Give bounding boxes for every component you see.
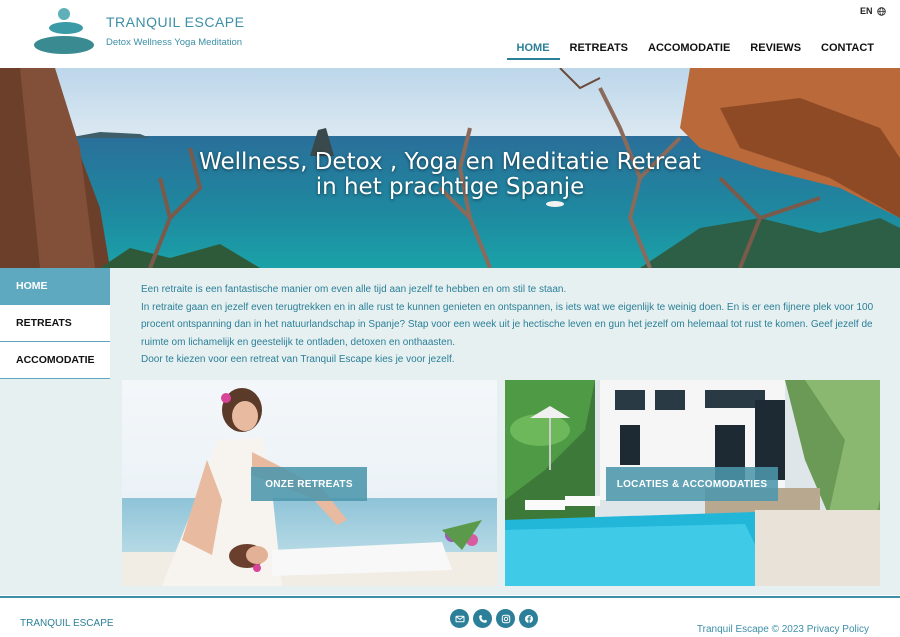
sidebar-item-retreats[interactable]: RETREATS bbox=[0, 305, 110, 342]
retreats-card[interactable]: ONZE RETREATS bbox=[122, 380, 497, 586]
locaties-accomodaties-button[interactable]: LOCATIES & ACCOMODATIES bbox=[606, 467, 778, 501]
email-icon[interactable] bbox=[450, 609, 469, 628]
nav-reviews[interactable]: REVIEWS bbox=[740, 40, 811, 66]
nav-contact[interactable]: CONTACT bbox=[811, 40, 884, 66]
intro-paragraph-1: Een retraite is een fantastische manier … bbox=[141, 284, 567, 295]
language-switcher[interactable]: EN bbox=[860, 6, 886, 16]
site-header: TRANQUIL ESCAPE Detox Wellness Yoga Medi… bbox=[0, 0, 900, 68]
sidebar-item-home[interactable]: HOME bbox=[0, 268, 110, 305]
content-section: HOME RETREATS ACCOMODATIE Een retraite i… bbox=[0, 268, 900, 595]
sidebar-item-accomodatie[interactable]: ACCOMODATIE bbox=[0, 342, 110, 379]
intro-paragraph-2: In retraite gaan en jezelf even terugtre… bbox=[141, 301, 874, 348]
copyright-text: Tranquil Escape © 2023 bbox=[696, 624, 804, 635]
main-nav: HOME RETREATS ACCOMODATIE REVIEWS CONTAC… bbox=[506, 40, 884, 66]
social-links bbox=[450, 609, 538, 628]
instagram-icon[interactable] bbox=[496, 609, 515, 628]
brand-title[interactable]: TRANQUIL ESCAPE bbox=[106, 14, 244, 30]
intro-paragraph-3: Door te kiezen voor een retreat van Tran… bbox=[141, 354, 455, 365]
onze-retreats-button[interactable]: ONZE RETREATS bbox=[251, 467, 367, 501]
hero-title-line2: in het prachtige Spanje bbox=[315, 174, 585, 200]
footer-brand[interactable]: TRANQUIL ESCAPE bbox=[20, 618, 114, 629]
footer-copyright: Tranquil Escape © 2023 Privacy Policy bbox=[697, 624, 869, 635]
facebook-icon[interactable] bbox=[519, 609, 538, 628]
site-footer: TRANQUIL ESCAPE Tranquil Escape © 2023 P… bbox=[0, 596, 900, 637]
privacy-policy-link[interactable]: Privacy Policy bbox=[807, 624, 869, 635]
hero-title-line1: Wellness, Detox , Yoga en Meditatie Retr… bbox=[199, 149, 701, 175]
locations-card[interactable]: LOCATIES & ACCOMODATIES bbox=[505, 380, 880, 586]
nav-accomodatie[interactable]: ACCOMODATIE bbox=[638, 40, 740, 66]
nav-home[interactable]: HOME bbox=[506, 40, 560, 66]
globe-icon bbox=[876, 6, 886, 16]
brand-subtitle: Detox Wellness Yoga Meditation bbox=[106, 37, 243, 48]
hero-title: Wellness, Detox , Yoga en Meditatie Retr… bbox=[0, 150, 900, 200]
language-label: EN bbox=[860, 6, 873, 16]
intro-text: Een retraite is een fantastische manier … bbox=[141, 281, 881, 369]
logo-icon[interactable] bbox=[32, 6, 96, 56]
nav-retreats[interactable]: RETREATS bbox=[560, 40, 638, 66]
hero-banner: Wellness, Detox , Yoga en Meditatie Retr… bbox=[0, 68, 900, 268]
phone-icon[interactable] bbox=[473, 609, 492, 628]
sidebar-nav: HOME RETREATS ACCOMODATIE bbox=[0, 268, 110, 379]
